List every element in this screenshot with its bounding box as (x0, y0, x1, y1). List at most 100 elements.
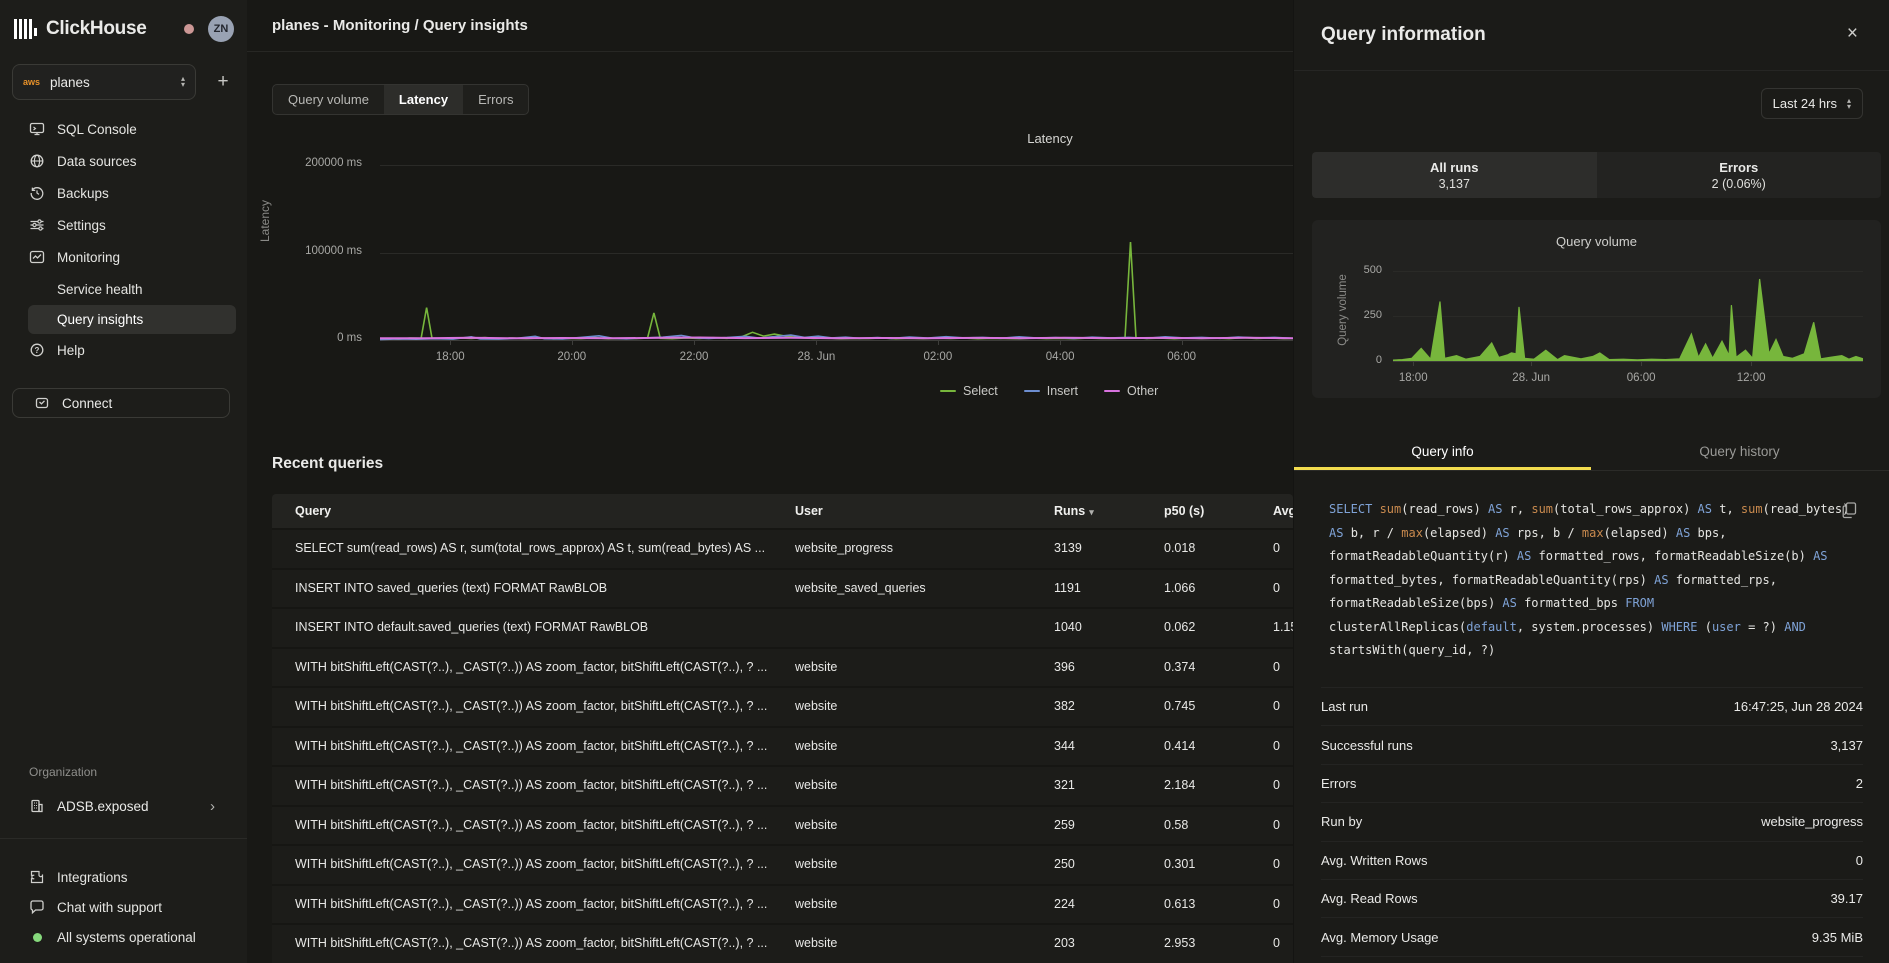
footer-item-label: All systems operational (57, 930, 196, 945)
add-service-button[interactable]: + (210, 69, 236, 95)
sidebar-item-label: SQL Console (57, 122, 137, 137)
sql-token: clusterAllReplicas( (1329, 620, 1466, 634)
tab-latency[interactable]: Latency (384, 85, 463, 114)
stat-label: Avg. Read Rows (1321, 891, 1418, 906)
x-tick-mark (450, 341, 451, 345)
x-tick-mark (1413, 362, 1414, 366)
cell-query: WITH bitShiftLeft(CAST(?..), _CAST(?..))… (295, 925, 783, 963)
sql-token: formatted_bps (1524, 596, 1625, 610)
tab-query-volume[interactable]: Query volume (273, 85, 384, 114)
cell-p50: 2.184 (1164, 767, 1195, 805)
table-row[interactable]: INSERT INTO saved_queries (text) FORMAT … (272, 568, 1293, 608)
table-row[interactable]: WITH bitShiftLeft(CAST(?..), _CAST(?..))… (272, 923, 1293, 963)
tab-all-runs[interactable]: All runs3,137 (1312, 152, 1597, 198)
avatar[interactable]: ZN (208, 16, 234, 42)
x-tick-mark (572, 341, 573, 345)
cell-user: website (795, 807, 837, 845)
column-header-query: Query (295, 494, 331, 528)
cell-avg: 0 (1273, 530, 1280, 568)
time-range-value: Last 24 hrs (1773, 96, 1837, 111)
query-volume-chart-plot (1393, 241, 1863, 361)
footer-item-all-systems-operational[interactable]: All systems operational (0, 922, 247, 952)
footer-item-chat-with-support[interactable]: Chat with support (0, 892, 247, 922)
legend-item-insert[interactable]: Insert (1024, 384, 1078, 398)
x-tick-mark (816, 341, 817, 345)
sidebar-item-service-health[interactable]: Service health (0, 273, 247, 305)
x-tick-mark (1531, 362, 1532, 366)
y-tick-label: 0 (1346, 354, 1382, 366)
sidebar-item-backups[interactable]: Backups (0, 177, 247, 209)
sql-token: AS (1517, 549, 1539, 563)
cell-user: website (795, 767, 837, 805)
legend-swatch (1024, 390, 1040, 393)
column-header-runs[interactable]: Runs▾ (1054, 494, 1094, 529)
connect-button[interactable]: Connect (12, 388, 230, 418)
tab-errors[interactable]: Errors2 (0.06%) (1597, 152, 1882, 198)
svg-text:?: ? (35, 346, 40, 355)
organization-row[interactable]: ADSB.exposed › (0, 792, 247, 820)
x-tick-label: 22:00 (662, 351, 726, 363)
notification-dot-icon[interactable] (184, 24, 194, 34)
cell-user: website (795, 846, 837, 884)
tab-errors[interactable]: Errors (463, 85, 528, 114)
sidebar-item-query-insights[interactable]: Query insights (28, 305, 236, 334)
copy-icon[interactable] (1842, 502, 1857, 519)
table-row[interactable]: WITH bitShiftLeft(CAST(?..), _CAST(?..))… (272, 884, 1293, 924)
table-row[interactable]: WITH bitShiftLeft(CAST(?..), _CAST(?..))… (272, 647, 1293, 687)
x-tick-label: 18:00 (1381, 372, 1445, 384)
cell-p50: 0.414 (1164, 728, 1195, 766)
close-icon[interactable]: × (1841, 22, 1864, 46)
series-other (380, 338, 1293, 339)
sidebar-divider (0, 838, 247, 839)
sidebar-item-help[interactable]: ?Help (0, 334, 247, 366)
table-row[interactable]: SELECT sum(read_rows) AS r, sum(total_ro… (272, 528, 1293, 568)
sql-token: (read_rows) (1401, 502, 1488, 516)
cell-runs: 203 (1054, 925, 1075, 963)
cell-query: WITH bitShiftLeft(CAST(?..), _CAST(?..))… (295, 846, 783, 884)
cell-p50: 0.745 (1164, 688, 1195, 726)
integrations-icon (29, 869, 45, 885)
cell-avg: 0 (1273, 886, 1280, 924)
table-row[interactable]: WITH bitShiftLeft(CAST(?..), _CAST(?..))… (272, 686, 1293, 726)
chart-legend: Select Insert Other (940, 384, 1158, 398)
chevron-up-down-icon: ▴▾ (1847, 98, 1851, 110)
column-header-user: User (795, 494, 823, 528)
chevron-up-down-icon: ▴▾ (181, 76, 185, 88)
x-tick-mark (1751, 362, 1752, 366)
sidebar-item-sql-console[interactable]: SQL Console (0, 113, 247, 145)
subtab-query-history[interactable]: Query history (1591, 435, 1888, 470)
table-row[interactable]: WITH bitShiftLeft(CAST(?..), _CAST(?..))… (272, 765, 1293, 805)
x-tick-label: 06:00 (1609, 372, 1673, 384)
table-row[interactable]: WITH bitShiftLeft(CAST(?..), _CAST(?..))… (272, 726, 1293, 766)
sidebar-item-data-sources[interactable]: Data sources (0, 145, 247, 177)
stat-value: website_progress (1761, 814, 1863, 829)
stat-row-p50-latency: p50 latency0.018s (1321, 956, 1863, 963)
stat-value: 39.17 (1830, 891, 1863, 906)
footer-item-integrations[interactable]: Integrations (0, 862, 247, 892)
time-range-selector[interactable]: Last 24 hrs ▴▾ (1761, 88, 1863, 119)
sql-token: AS (1488, 502, 1510, 516)
subtab-query-info[interactable]: Query info (1294, 435, 1591, 470)
x-axis-line (1393, 361, 1863, 362)
legend-item-other[interactable]: Other (1104, 384, 1158, 398)
sidebar-item-monitoring[interactable]: Monitoring (0, 241, 247, 273)
service-selector[interactable]: aws planes ▴▾ (12, 64, 196, 100)
table-row[interactable]: INSERT INTO default.saved_queries (text)… (272, 607, 1293, 647)
monitoring-icon (29, 249, 45, 265)
tab-value: 2 (0.06%) (1712, 177, 1766, 191)
table-row[interactable]: WITH bitShiftLeft(CAST(?..), _CAST(?..))… (272, 844, 1293, 884)
page-title: planes - Monitoring / Query insights (272, 0, 528, 51)
series-query-volume (1393, 279, 1863, 361)
table-row[interactable]: WITH bitShiftLeft(CAST(?..), _CAST(?..))… (272, 805, 1293, 845)
stat-label: Last run (1321, 699, 1368, 714)
legend-item-select[interactable]: Select (940, 384, 998, 398)
clickhouse-logo-icon (14, 19, 37, 39)
sql-token: sum (1531, 502, 1553, 516)
legend-label: Other (1127, 384, 1158, 398)
sidebar-item-settings[interactable]: Settings (0, 209, 247, 241)
latency-chart-plot (380, 165, 1293, 341)
y-tick-label: 500 (1346, 264, 1382, 276)
cell-user: website_progress (795, 530, 893, 568)
sql-token: AS (1502, 596, 1524, 610)
cell-avg: 1.15 (1273, 609, 1293, 647)
